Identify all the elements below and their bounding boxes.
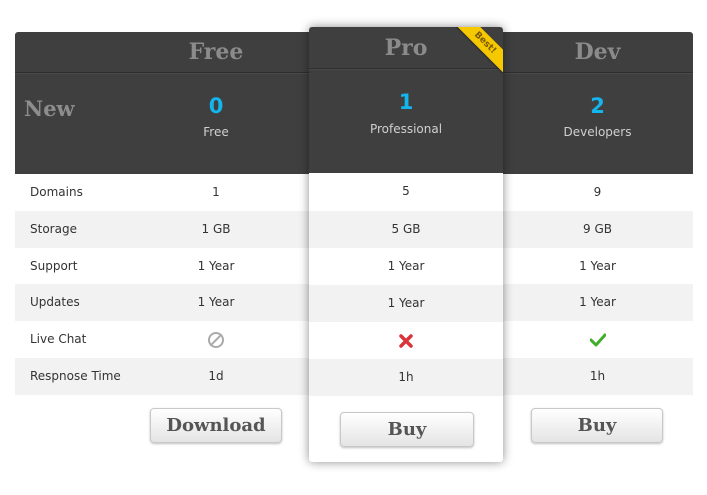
plan-number-free: 0 [208,94,224,118]
not-available-icon [208,331,224,348]
feature-label: Live Chat [30,332,87,346]
pro-value: 1 Year [309,285,503,322]
plan-subtitle-pro: Professional [369,122,443,136]
plan-name-free: Free [188,39,244,65]
check-icon [589,333,606,346]
cross-icon [399,333,413,348]
plan-name-dev: Dev [574,39,621,65]
pro-value: 1h [309,359,503,396]
pro-value-cell [309,322,503,359]
feature-label: Updates [30,295,80,309]
dev-value: 9 GB [583,222,612,236]
new-label: New [24,96,75,121]
dev-value: 1 Year [579,259,616,273]
feature-label: Domains [30,185,83,199]
featured-plan-pro: Pro Best! 1 Professional 5 5 GB 1 Year 1… [309,27,503,462]
feature-label: Storage [30,222,77,236]
plan-number-dev: 2 [590,94,605,118]
free-value: 1 Year [197,295,235,309]
free-value: 1 [212,185,220,199]
free-value: 1 Year [197,259,235,273]
plan-subtitle-free: Free [203,125,229,139]
pro-value: 5 GB [309,211,503,248]
free-value: 1d [208,369,224,383]
free-value-cell [121,321,311,358]
buy-dev-button[interactable]: Buy [531,408,663,443]
plan-subtitle-dev: Developers [563,125,632,139]
feature-label: Support [30,259,78,273]
plan-number-pro: 1 [398,90,414,114]
pro-value: 1 Year [387,259,425,273]
pro-value: 5 [402,184,410,198]
feature-label: Respnose Time [30,369,121,383]
header-divider-highlight [309,69,503,70]
free-value: 1 GB [201,222,231,236]
dev-value: 1 Year [579,295,616,309]
dev-value: 1h [589,369,606,383]
download-button[interactable]: Download [150,408,282,443]
buy-pro-button[interactable]: Buy [340,412,474,447]
dev-value-cell [502,321,693,358]
dev-value: 9 [593,185,602,199]
